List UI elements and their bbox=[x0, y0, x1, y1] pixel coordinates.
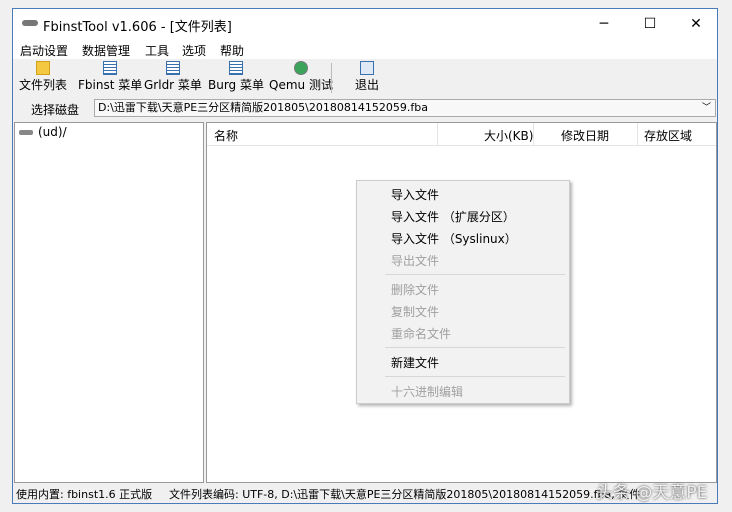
disc-icon bbox=[293, 61, 308, 75]
tree-item-root[interactable]: (ud)/ bbox=[19, 125, 67, 139]
disk-selector-row: 选择磁盘 D:\迅雷下载\天意PE三分区精简版201805\2018081415… bbox=[13, 97, 717, 121]
watermark: 头条 @天意PE bbox=[596, 483, 708, 503]
menu-separator bbox=[385, 376, 565, 377]
menu-tools[interactable]: 工具 bbox=[145, 42, 169, 59]
toolbar: 文件列表 Fbinst 菜单 Grldr 菜单 Burg 菜单 Qemu 测试 … bbox=[13, 59, 717, 97]
menu-boot-settings[interactable]: 启动设置 bbox=[20, 42, 68, 59]
column-header: 名称 大小(KB) 修改日期 存放区域 bbox=[207, 123, 716, 146]
close-button[interactable]: ✕ bbox=[673, 9, 719, 39]
drive-icon bbox=[19, 130, 33, 135]
menu-separator bbox=[385, 347, 565, 348]
qemu-test-button[interactable]: Qemu 测试 bbox=[269, 61, 333, 93]
menu-data-management[interactable]: 数据管理 bbox=[82, 42, 130, 59]
menu-item-hex-edit: 十六进制编辑 bbox=[391, 385, 464, 399]
document-icon bbox=[103, 61, 118, 75]
menu-item-copy-file: 复制文件 bbox=[391, 305, 440, 319]
document-icon bbox=[165, 61, 180, 75]
tree-pane: (ud)/ bbox=[14, 122, 204, 483]
document-icon bbox=[229, 61, 243, 75]
status-builtin: 使用内置: fbinst1.6 正式版 bbox=[16, 488, 153, 501]
exit-door-icon bbox=[360, 61, 374, 75]
minimize-button[interactable]: ─ bbox=[581, 9, 627, 39]
menu-item-new-file[interactable]: 新建文件 bbox=[391, 354, 439, 371]
exit-button[interactable]: 退出 bbox=[355, 61, 379, 93]
menu-item-import-file[interactable]: 导入文件 bbox=[391, 186, 439, 203]
window-title: FbinstTool v1.606 - [文件列表] bbox=[43, 20, 232, 35]
column-modified[interactable]: 修改日期 bbox=[561, 127, 609, 144]
menu-item-import-syslinux[interactable]: 导入文件 （Syslinux） bbox=[391, 230, 517, 247]
disk-select[interactable]: D:\迅雷下载\天意PE三分区精简版201805\20180814152059.… bbox=[94, 99, 716, 117]
disk-label: 选择磁盘 bbox=[31, 103, 80, 117]
chevron-down-icon: ﹀ bbox=[701, 103, 711, 113]
menu-item-rename-file: 重命名文件 bbox=[391, 327, 452, 341]
grldr-menu-button[interactable]: Grldr 菜单 bbox=[144, 61, 202, 93]
status-encoding: 文件列表编码: UTF-8, D:\迅雷下载\天意PE三分区精简版201805\… bbox=[169, 488, 641, 501]
toolbar-separator bbox=[331, 63, 332, 93]
fbinst-menu-button[interactable]: Fbinst 菜单 bbox=[78, 61, 142, 93]
menu-item-export-file: 导出文件 bbox=[391, 254, 440, 268]
drive-icon bbox=[22, 20, 38, 26]
menu-bar: 启动设置 数据管理 工具 选项 帮助 bbox=[13, 39, 717, 59]
menu-separator bbox=[385, 274, 565, 275]
file-list-button[interactable]: 文件列表 bbox=[19, 61, 67, 93]
menu-options[interactable]: 选项 bbox=[182, 42, 206, 59]
menu-item-import-extended[interactable]: 导入文件 （扩展分区） bbox=[391, 208, 515, 225]
folder-icon bbox=[36, 61, 50, 75]
column-storage-area[interactable]: 存放区域 bbox=[644, 127, 692, 144]
title-bar: FbinstTool v1.606 - [文件列表] ─ ☐ ✕ bbox=[13, 9, 717, 39]
burg-menu-button[interactable]: Burg 菜单 bbox=[208, 61, 264, 93]
menu-item-delete-file: 删除文件 bbox=[391, 283, 440, 297]
column-name[interactable]: 名称 bbox=[214, 127, 238, 144]
maximize-button[interactable]: ☐ bbox=[627, 9, 673, 39]
menu-help[interactable]: 帮助 bbox=[220, 42, 244, 59]
column-size[interactable]: 大小(KB) bbox=[484, 127, 533, 144]
context-menu: 导入文件 导入文件 （扩展分区） 导入文件 （Syslinux） 导出文件 删除… bbox=[356, 180, 570, 404]
